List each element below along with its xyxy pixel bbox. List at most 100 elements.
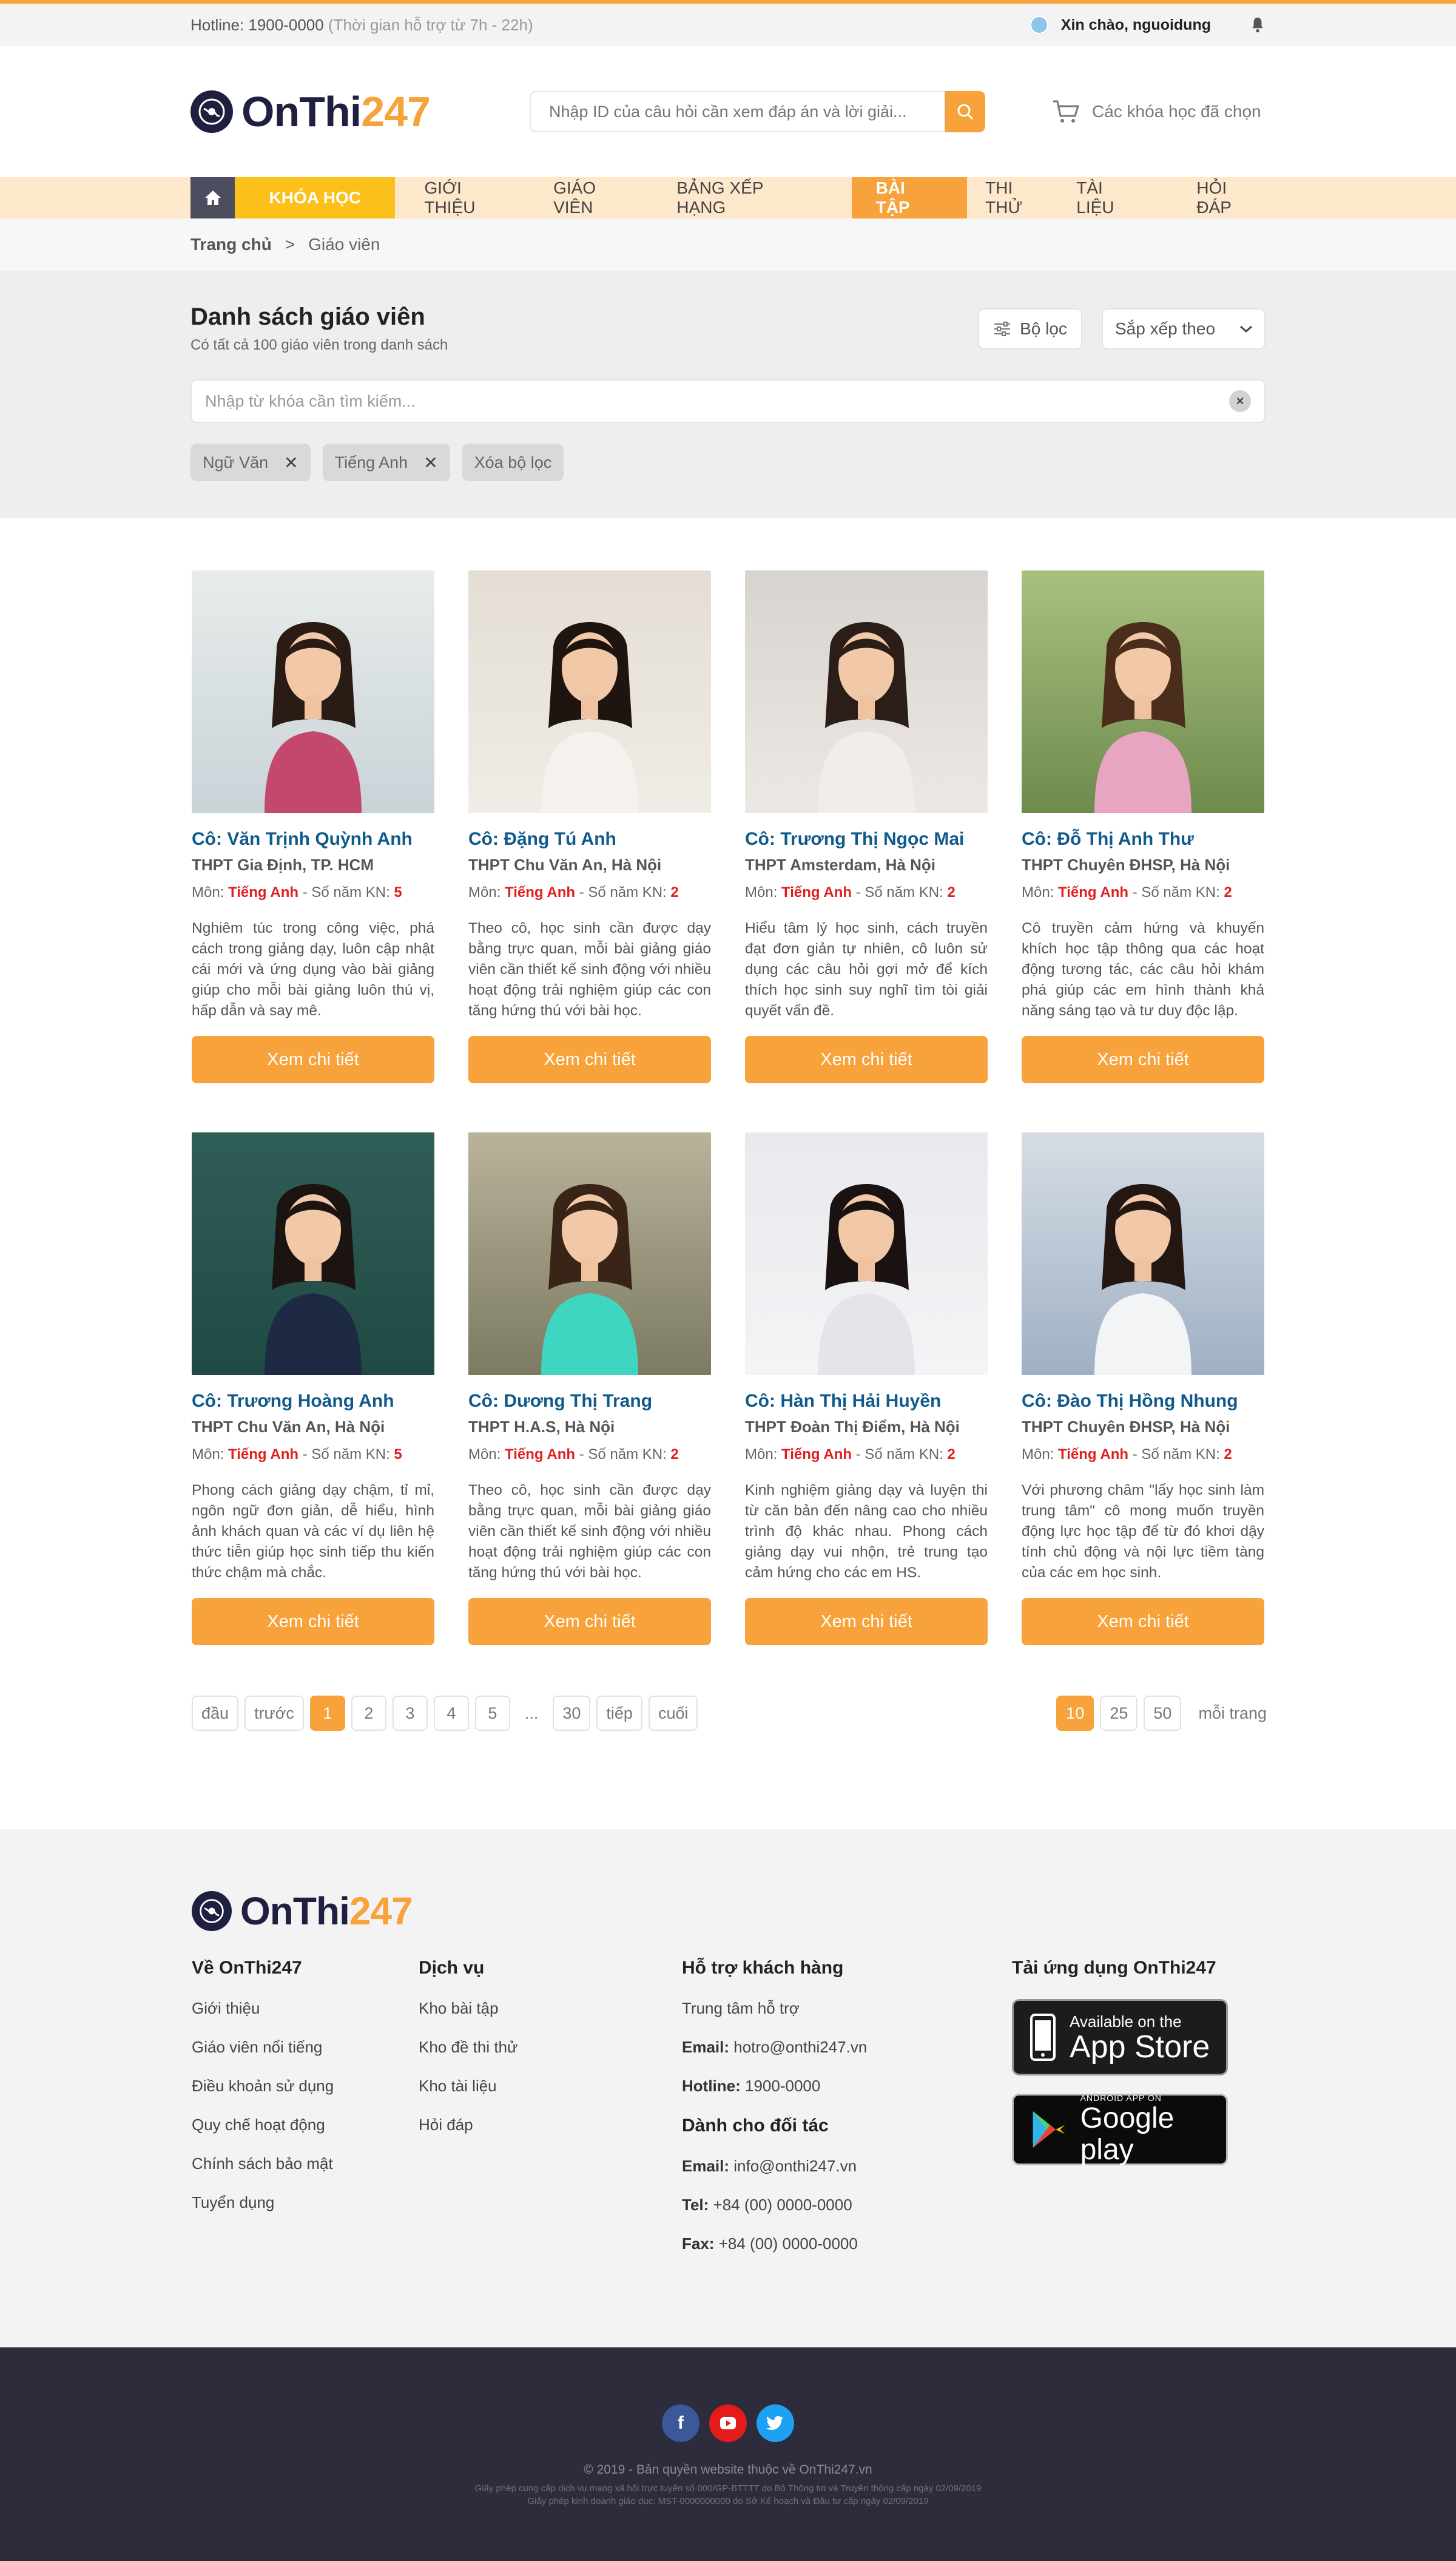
hotline-value[interactable]: 1900-0000 (745, 2077, 820, 2095)
keyword-input[interactable]: Nhập từ khóa cần tìm kiếm... (205, 392, 416, 411)
filter-tag[interactable]: Tiếng Anh ✕ (322, 444, 450, 481)
footer-link[interactable]: Kho đề thi thử (419, 2038, 517, 2077)
bell-icon[interactable] (1250, 16, 1266, 33)
teacher-photo[interactable] (468, 570, 711, 813)
teacher-photo[interactable] (745, 1132, 988, 1375)
nav-mock-exam[interactable]: THI THỬ (985, 177, 1053, 218)
nav-courses[interactable]: KHÓA HỌC (235, 177, 396, 218)
teacher-photo[interactable] (192, 570, 434, 813)
page-prev[interactable]: trước (244, 1696, 304, 1731)
nav-about[interactable]: GIỚI THIỆU (424, 177, 516, 218)
per-page-50[interactable]: 50 (1144, 1696, 1182, 1731)
page-3[interactable]: 3 (392, 1696, 428, 1731)
keyword-search[interactable]: Nhập từ khóa cần tìm kiếm... × (190, 379, 1266, 423)
nav-home[interactable] (190, 177, 235, 218)
footer-link[interactable]: Tuyển dụng (192, 2193, 334, 2232)
user-greeting[interactable]: Xin chào, nguoidung (1029, 15, 1266, 35)
youtube-icon[interactable] (709, 2404, 747, 2442)
teacher-name[interactable]: Cô: Đặng Tú Anh (468, 829, 711, 850)
search-button[interactable] (945, 91, 985, 132)
facebook-icon[interactable]: f (662, 2404, 699, 2442)
view-detail-button[interactable]: Xem chi tiết (468, 1598, 711, 1645)
footer-link[interactable]: Giới thiệu (192, 1999, 334, 2038)
support-center-link[interactable]: Trung tâm hỗ trợ (682, 1999, 867, 2038)
view-detail-button[interactable]: Xem chi tiết (745, 1598, 988, 1645)
nav-documents[interactable]: TÀI LIỆU (1076, 177, 1144, 218)
per-page-25[interactable]: 25 (1100, 1696, 1138, 1731)
footer-services-title: Dịch vụ (419, 1958, 485, 1978)
footer-link[interactable]: Kho bài tập (419, 1999, 517, 2038)
teacher-name[interactable]: Cô: Đào Thị Hồng Nhung (1022, 1391, 1264, 1412)
view-detail-button[interactable]: Xem chi tiết (1022, 1036, 1264, 1083)
teacher-photo[interactable] (468, 1132, 711, 1375)
nav-exercises[interactable]: BÀI TẬP (851, 177, 968, 218)
view-detail-button[interactable]: Xem chi tiết (192, 1598, 434, 1645)
greeting-text[interactable]: Xin chào, nguoidung (1061, 16, 1211, 34)
clear-keyword-icon[interactable]: × (1229, 390, 1251, 412)
teacher-photo[interactable] (192, 1132, 434, 1375)
teacher-name[interactable]: Cô: Hàn Thị Hải Huyền (745, 1391, 988, 1412)
teacher-photo[interactable] (745, 570, 988, 813)
page-next[interactable]: tiếp (596, 1696, 642, 1731)
portrait-image (745, 570, 988, 813)
page-30[interactable]: 30 (553, 1696, 591, 1731)
footer-link[interactable]: Kho tài liệu (419, 2077, 517, 2116)
portrait-image (192, 570, 434, 813)
twitter-icon[interactable] (757, 2404, 794, 2442)
logo[interactable]: OnThi247 (190, 87, 431, 136)
teacher-school: THPT Chuyên ĐHSP, Hà Nội (1022, 856, 1230, 874)
page-first[interactable]: đầu (192, 1696, 239, 1731)
teacher-name[interactable]: Cô: Đỗ Thị Anh Thư (1022, 829, 1264, 850)
page-4[interactable]: 4 (433, 1696, 469, 1731)
teacher-photo[interactable] (1022, 1132, 1264, 1375)
remove-tag-icon[interactable]: ✕ (423, 453, 437, 473)
footer-link[interactable]: Điều khoản sử dụng (192, 2077, 334, 2116)
email-value[interactable]: info@onthi247.vn (733, 2157, 857, 2175)
view-detail-button[interactable]: Xem chi tiết (745, 1036, 988, 1083)
view-detail-button[interactable]: Xem chi tiết (468, 1036, 711, 1083)
email-value[interactable]: hotro@onthi247.vn (733, 2038, 867, 2056)
nav-leaderboard[interactable]: BẢNG XẾP HẠNG (676, 177, 815, 218)
footer-link[interactable]: Quy chế hoạt động (192, 2116, 334, 2154)
per-page-10[interactable]: 10 (1056, 1696, 1094, 1731)
email-label: Email: (682, 2038, 730, 2056)
tel-value: +84 (00) 0000-0000 (713, 2196, 852, 2214)
teacher-description: Nghiêm túc trong công việc, phá cách tro… (192, 920, 434, 1019)
subject-label: Môn: (468, 1446, 501, 1463)
footer-link[interactable]: Chính sách bảo mật (192, 2154, 334, 2193)
selected-courses-link[interactable]: Các khóa học đã chọn (1052, 99, 1261, 124)
teacher-name[interactable]: Cô: Văn Trịnh Quỳnh Anh (192, 829, 434, 850)
footer-link[interactable]: Hỏi đáp (419, 2116, 517, 2154)
teacher-name[interactable]: Cô: Trương Thị Ngọc Mai (745, 829, 988, 850)
nav-teachers[interactable]: GIÁO VIÊN (553, 177, 639, 218)
filter-tag[interactable]: Ngữ Văn ✕ (190, 444, 311, 481)
remove-tag-icon[interactable]: ✕ (284, 453, 298, 473)
teacher-name[interactable]: Cô: Dương Thị Trang (468, 1391, 711, 1412)
app-store-badge[interactable]: Available on the App Store (1012, 1999, 1228, 2076)
cart-label[interactable]: Các khóa học đã chọn (1092, 102, 1261, 121)
clear-filters-button[interactable]: Xóa bộ lọc (462, 444, 564, 481)
teacher-name[interactable]: Cô: Trương Hoàng Anh (192, 1391, 434, 1412)
filter-button[interactable]: Bộ lọc (978, 308, 1082, 350)
page-1[interactable]: 1 (309, 1696, 345, 1731)
avatar[interactable] (1029, 15, 1049, 35)
sort-label[interactable]: Sắp xếp theo (1115, 319, 1215, 339)
view-detail-button[interactable]: Xem chi tiết (192, 1036, 434, 1083)
search-input[interactable] (529, 91, 945, 132)
teacher-photo[interactable] (1022, 570, 1264, 813)
page-last[interactable]: cuối (648, 1696, 698, 1731)
nav-qa[interactable]: HỎI ĐÁP (1196, 177, 1266, 218)
sort-dropdown[interactable]: Sắp xếp theo (1102, 308, 1266, 350)
view-detail-button[interactable]: Xem chi tiết (1022, 1598, 1264, 1645)
footer-logo[interactable]: OnThi247 (192, 1889, 413, 1933)
subject-label: Môn: (745, 884, 778, 901)
page-5[interactable]: 5 (474, 1696, 510, 1731)
teacher-card: Cô: Hàn Thị Hải Huyền THPT Đoàn Thị Điểm… (745, 1132, 988, 1645)
google-play-badge[interactable]: ANDROID APP ON Google play (1012, 2093, 1228, 2166)
filter-label[interactable]: Bộ lọc (1020, 319, 1067, 339)
page-2[interactable]: 2 (351, 1696, 386, 1731)
chevron-down-icon (1240, 325, 1252, 333)
breadcrumb-home[interactable]: Trang chủ (190, 235, 272, 254)
portrait-image (1022, 570, 1264, 813)
footer-link[interactable]: Giáo viên nổi tiếng (192, 2038, 334, 2077)
